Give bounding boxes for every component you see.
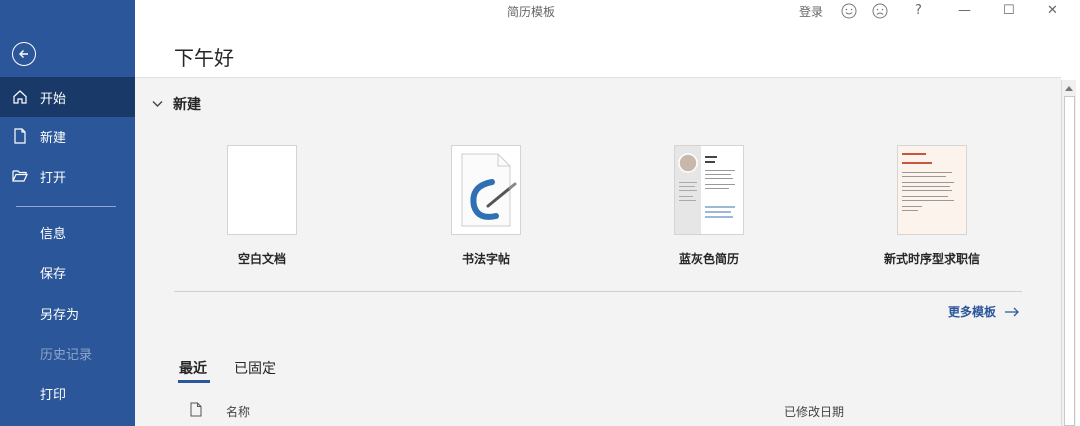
- tab-recent[interactable]: 最近: [179, 358, 207, 378]
- calligraphy-brush-icon: [461, 153, 517, 227]
- minimize-button[interactable]: —: [958, 3, 971, 18]
- back-arrow-icon: [19, 50, 28, 58]
- sidebar-item-label: 打开: [40, 170, 67, 186]
- new-section-header[interactable]: 新建: [152, 94, 201, 114]
- sidebar-item-label: 开始: [40, 91, 67, 107]
- greeting-heading: 下午好: [174, 46, 234, 70]
- template-label: 新式时序型求职信: [883, 252, 980, 266]
- sidebar-item-label: 信息: [40, 226, 67, 242]
- sidebar-item-save[interactable]: 保存: [0, 252, 135, 292]
- sidebar-item-label: 打印: [40, 387, 67, 403]
- sidebar-item-info[interactable]: 信息: [0, 212, 135, 252]
- template-label: 空白文档: [237, 252, 286, 266]
- template-label: 书法字帖: [461, 252, 510, 266]
- sidebar-item-label: 保存: [40, 266, 67, 282]
- scrollbar-thumb[interactable]: [1064, 96, 1075, 426]
- resume-thumbnail: [674, 145, 744, 235]
- blank-document-thumbnail: [227, 145, 297, 235]
- template-blank-document[interactable]: 空白文档: [187, 145, 337, 267]
- maximize-button[interactable]: ☐: [1003, 3, 1015, 18]
- folder-open-icon: [0, 169, 40, 183]
- tab-pinned[interactable]: 已固定: [234, 358, 276, 378]
- help-button[interactable]: ?: [915, 3, 922, 18]
- template-cover-letter[interactable]: 新式时序型求职信: [857, 145, 1007, 267]
- column-header-name[interactable]: 名称: [226, 403, 250, 420]
- active-tab-indicator: [178, 380, 210, 383]
- sidebar-item-new[interactable]: 新建: [0, 116, 135, 156]
- cover-letter-preview-icon: [902, 153, 954, 211]
- new-doc-icon: [0, 128, 40, 144]
- sidebar-item-save-as[interactable]: 另存为: [0, 293, 135, 333]
- frown-feedback-icon[interactable]: [872, 3, 888, 23]
- column-header-modified[interactable]: 已修改日期: [784, 403, 844, 420]
- sidebar-divider: [16, 206, 116, 207]
- chevron-down-icon: [152, 100, 163, 108]
- more-templates-label: 更多模板: [948, 305, 997, 319]
- window-title: 简历模板: [507, 5, 556, 19]
- title-bar: 简历模板 登录 ? — ☐ ✕: [135, 0, 1080, 22]
- sidebar-item-history: 历史记录: [0, 333, 135, 373]
- section-divider: [174, 291, 1022, 292]
- cover-letter-thumbnail: [897, 145, 967, 235]
- sidebar-item-label: 另存为: [40, 307, 80, 323]
- sidebar-item-home[interactable]: 开始: [0, 77, 135, 117]
- sidebar-item-print[interactable]: 打印: [0, 373, 135, 413]
- sidebar-item-label: 历史记录: [40, 347, 93, 363]
- window-edge: [1076, 0, 1080, 426]
- new-section-title: 新建: [173, 97, 201, 113]
- template-calligraphy[interactable]: 书法字帖: [411, 145, 561, 267]
- smile-feedback-icon[interactable]: [841, 3, 857, 23]
- more-templates-link[interactable]: 更多模板: [948, 303, 1020, 320]
- back-button[interactable]: [12, 42, 36, 66]
- file-type-icon: [190, 402, 202, 421]
- template-resume[interactable]: 蓝灰色简历: [634, 145, 784, 267]
- arrow-right-icon: [1004, 307, 1020, 317]
- sidebar-item-open[interactable]: 打开: [0, 156, 135, 196]
- sidebar-item-label: 新建: [40, 130, 67, 146]
- scroll-up-icon[interactable]: [1064, 82, 1074, 94]
- login-link[interactable]: 登录: [799, 3, 823, 20]
- resume-preview-icon: [675, 146, 735, 234]
- vertical-scrollbar[interactable]: [1061, 80, 1076, 426]
- close-button[interactable]: ✕: [1047, 3, 1058, 18]
- backstage-sidebar: 开始 新建 打开 信息 保存 另存为 历史记录 打印: [0, 0, 135, 426]
- home-icon: [0, 89, 40, 105]
- calligraphy-thumbnail: [451, 145, 521, 235]
- template-label: 蓝灰色简历: [678, 252, 739, 266]
